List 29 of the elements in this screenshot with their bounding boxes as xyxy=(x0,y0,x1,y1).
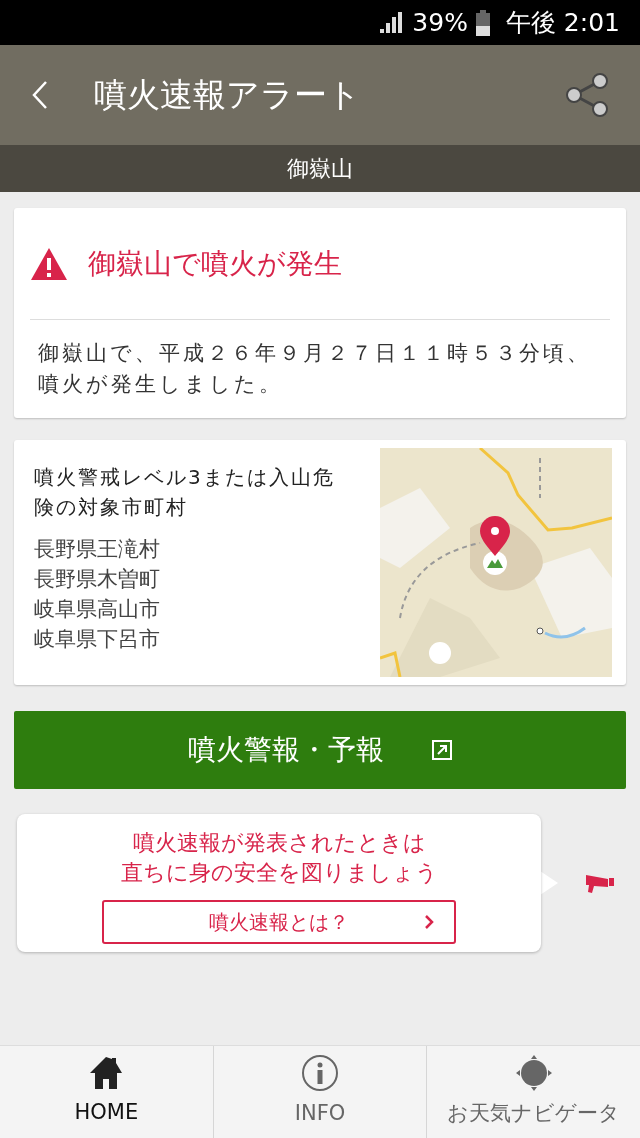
warning-icon xyxy=(30,246,68,281)
chevron-icon xyxy=(424,914,434,930)
megaphone-icon xyxy=(584,872,616,894)
home-icon xyxy=(88,1055,125,1092)
battery-percent: 39% xyxy=(412,6,468,39)
warning-forecast-button[interactable]: 噴火警報・予報 xyxy=(14,711,626,789)
info-icon xyxy=(301,1054,339,1093)
municipality: 岐阜県下呂市 xyxy=(34,626,161,653)
safety-message: 直ちに身の安全を図りましょう xyxy=(120,859,438,887)
municipality: 岐阜県高山市 xyxy=(34,596,161,623)
nav-tab[interactable]: HOME xyxy=(0,1046,213,1138)
external-link-icon xyxy=(432,740,452,760)
clock: 午後 2:01 xyxy=(505,6,620,39)
area-heading: 噴火警戒レベル3または入山危険の対象市町村 xyxy=(34,464,336,521)
alert-message: 御嶽山で、平成２６年９月２７日１１時５３分頃、噴火が発生しました。 xyxy=(37,340,592,398)
alert-title: 御嶽山で噴火が発生 xyxy=(88,245,342,282)
safety-message: 噴火速報が発表されたときは xyxy=(132,829,426,857)
nav-tab[interactable]: INFO xyxy=(212,1046,427,1138)
municipality: 長野県木曽町 xyxy=(34,566,161,593)
share-button[interactable] xyxy=(564,72,610,118)
screen-title: 噴火速報アラート xyxy=(94,74,362,117)
share-icon xyxy=(564,72,610,118)
nav-tab[interactable]: お天気ナビゲータ xyxy=(426,1046,640,1138)
volcano-name: 御嶽山 xyxy=(287,155,353,183)
about-link-button[interactable]: 噴火速報とは？ xyxy=(102,900,456,944)
municipality: 長野県王滝村 xyxy=(34,536,161,563)
sun-badge-icon xyxy=(514,1054,553,1093)
battery-icon xyxy=(475,9,490,36)
signal-icon xyxy=(378,10,405,35)
